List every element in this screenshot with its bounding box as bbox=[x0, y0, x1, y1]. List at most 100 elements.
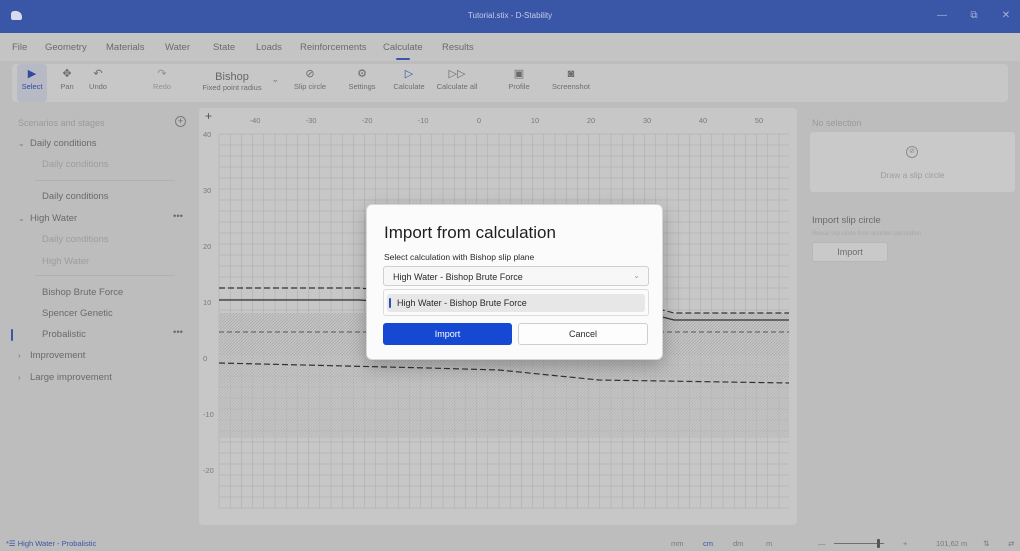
pan-button[interactable]: ✥ Pan bbox=[52, 64, 82, 102]
import-slip-circle-title: Import slip circle bbox=[812, 215, 881, 226]
slip-circle-icon: ⊘ bbox=[906, 146, 918, 158]
zoom-in-button[interactable]: + bbox=[903, 539, 907, 548]
menu-materials[interactable]: Materials bbox=[106, 42, 145, 53]
calculation-select[interactable]: High Water - Bishop Brute Force ⌄ bbox=[383, 266, 649, 286]
dialog-title: Import from calculation bbox=[384, 223, 556, 242]
chevron-down-icon: ⌄ bbox=[633, 271, 640, 280]
tree-calc-probalistic[interactable]: Probalistic bbox=[42, 329, 86, 347]
menu-state[interactable]: State bbox=[213, 42, 235, 53]
calculate-button[interactable]: ▷ Calculate bbox=[390, 64, 428, 102]
unit-cm[interactable]: cm bbox=[703, 539, 713, 548]
camera-icon: ◙ bbox=[567, 68, 575, 80]
import-slip-circle-subtitle: Reuse slip circle from another calculati… bbox=[812, 231, 922, 237]
draw-slip-circle-label: Draw a slip circle bbox=[880, 170, 945, 180]
tree-calc-spencer-genetic[interactable]: Spencer Genetic bbox=[42, 308, 113, 326]
properties-panel: No selection ⊘ Draw a slip circle Import… bbox=[805, 108, 1020, 528]
option-selected-indicator bbox=[389, 298, 391, 308]
selection-indicator bbox=[11, 329, 13, 341]
tree-stage-daily-conditions[interactable]: Daily conditions bbox=[42, 159, 109, 177]
slip-circle-label: Slip circle bbox=[293, 82, 327, 91]
tree-stage-high-water[interactable]: High Water bbox=[42, 256, 89, 274]
menu-reinforcements[interactable]: Reinforcements bbox=[300, 42, 367, 53]
x-tick-label: -40 bbox=[250, 116, 261, 125]
play-all-icon: ▷▷ bbox=[448, 68, 466, 80]
status-current-calculation: *☰ High Water - Probalistic bbox=[6, 539, 96, 548]
title-bar: Tutorial.stix - D-Stability — ⧉ ✕ bbox=[0, 0, 1020, 33]
dialog-select-label: Select calculation with Bishop slip plan… bbox=[384, 252, 535, 262]
close-icon[interactable]: ✕ bbox=[994, 8, 1018, 24]
tree-scenario-improvement[interactable]: › Improvement bbox=[18, 350, 85, 368]
menu-geometry[interactable]: Geometry bbox=[45, 42, 87, 53]
scenarios-header: Scenarios and stages bbox=[18, 118, 105, 128]
import-slip-circle-button[interactable]: Import bbox=[812, 242, 888, 262]
calculation-option[interactable]: High Water - Bishop Brute Force bbox=[387, 294, 645, 312]
method-sub-label: Fixed point radius bbox=[202, 83, 262, 92]
menu-file[interactable]: File bbox=[12, 42, 27, 53]
window-title: Tutorial.stix - D-Stability bbox=[467, 11, 553, 20]
pan-label: Pan bbox=[60, 82, 74, 91]
unit-mm[interactable]: mm bbox=[671, 539, 684, 548]
pan-move-icon: ✥ bbox=[62, 68, 72, 80]
x-tick-label: -10 bbox=[418, 116, 429, 125]
import-from-calculation-dialog: Import from calculation Select calculati… bbox=[366, 204, 663, 360]
import-button[interactable]: Import bbox=[383, 323, 512, 345]
calculate-all-button[interactable]: ▷▷ Calculate all bbox=[432, 64, 482, 102]
redo-icon: ↷ bbox=[157, 68, 167, 80]
x-tick-label: -20 bbox=[362, 116, 373, 125]
undo-button[interactable]: ↶ Undo bbox=[83, 64, 113, 102]
redo-label: Redo bbox=[153, 82, 171, 91]
method-label: Bishop bbox=[215, 71, 249, 83]
screenshot-button[interactable]: ◙ Screenshot bbox=[548, 64, 594, 102]
chevron-down-icon: ⌄ bbox=[18, 139, 25, 148]
maximize-icon[interactable]: ⧉ bbox=[962, 8, 986, 24]
tree-calc-bishop-brute-force[interactable]: Bishop Brute Force bbox=[42, 287, 123, 305]
tree-stage-daily-conditions-2[interactable]: Daily conditions bbox=[42, 234, 109, 252]
x-tick-label: 10 bbox=[531, 116, 539, 125]
menu-water[interactable]: Water bbox=[165, 42, 190, 53]
more-options-icon[interactable]: ••• bbox=[173, 211, 183, 229]
tree-calc-daily-conditions[interactable]: Daily conditions bbox=[42, 191, 109, 209]
more-options-icon[interactable]: ••• bbox=[173, 327, 183, 345]
menu-calculate[interactable]: Calculate bbox=[383, 42, 423, 60]
minimize-icon[interactable]: — bbox=[930, 8, 954, 24]
unit-dm[interactable]: dm bbox=[733, 539, 743, 548]
y-tick-label: 10 bbox=[203, 298, 211, 307]
tree-label: Large improvement bbox=[30, 372, 112, 383]
add-scenario-icon[interactable]: + bbox=[175, 116, 186, 127]
zoom-slider-thumb[interactable] bbox=[877, 539, 880, 548]
x-tick-label: 0 bbox=[477, 116, 481, 125]
profile-icon: ▣ bbox=[513, 68, 525, 80]
status-text: High Water - Probalistic bbox=[17, 539, 97, 548]
unit-m[interactable]: m bbox=[766, 539, 772, 548]
tree-divider bbox=[35, 275, 175, 276]
slip-circle-icon: ⊘ bbox=[305, 68, 315, 80]
y-tick-label: 0 bbox=[203, 354, 207, 363]
select-button[interactable]: ▶ Select bbox=[17, 64, 47, 102]
list-icon: *☰ bbox=[6, 539, 18, 548]
redo-button[interactable]: ↷ Redo bbox=[147, 64, 177, 102]
x-tick-label: 40 bbox=[699, 116, 707, 125]
x-tick-label: 30 bbox=[643, 116, 651, 125]
sort-icon[interactable]: ⇅ bbox=[983, 539, 989, 548]
menu-results[interactable]: Results bbox=[442, 42, 474, 53]
draw-slip-circle-card[interactable]: ⊘ Draw a slip circle bbox=[810, 132, 1015, 192]
zoom-value: 101,62 m bbox=[936, 539, 968, 548]
slip-circle-button[interactable]: ⊘ Slip circle bbox=[288, 64, 332, 102]
x-tick-label: 20 bbox=[587, 116, 595, 125]
x-tick-label: -30 bbox=[306, 116, 317, 125]
tree-label: High Water bbox=[30, 213, 78, 224]
profile-button[interactable]: ▣ Profile bbox=[502, 64, 536, 102]
method-dropdown[interactable]: Bishop Fixed point radius ⌄ bbox=[197, 64, 279, 102]
cancel-button[interactable]: Cancel bbox=[518, 323, 648, 345]
settings-button[interactable]: ⚙ Settings bbox=[344, 64, 380, 102]
calculation-select-value: High Water - Bishop Brute Force bbox=[393, 272, 523, 282]
zoom-out-button[interactable]: — bbox=[818, 539, 826, 548]
calculate-all-label: Calculate all bbox=[436, 82, 478, 91]
scenarios-panel: Scenarios and stages + ⌄ Daily conditions… bbox=[0, 108, 193, 528]
menu-loads[interactable]: Loads bbox=[256, 42, 282, 53]
tree-scenario-daily-conditions[interactable]: ⌄ Daily conditions bbox=[18, 138, 97, 156]
swap-icon[interactable]: ⇄ bbox=[1008, 539, 1014, 548]
profile-label: Profile bbox=[508, 82, 530, 91]
chevron-down-icon: ⌄ bbox=[271, 74, 279, 84]
tree-scenario-large-improvement[interactable]: › Large improvement bbox=[18, 372, 112, 390]
